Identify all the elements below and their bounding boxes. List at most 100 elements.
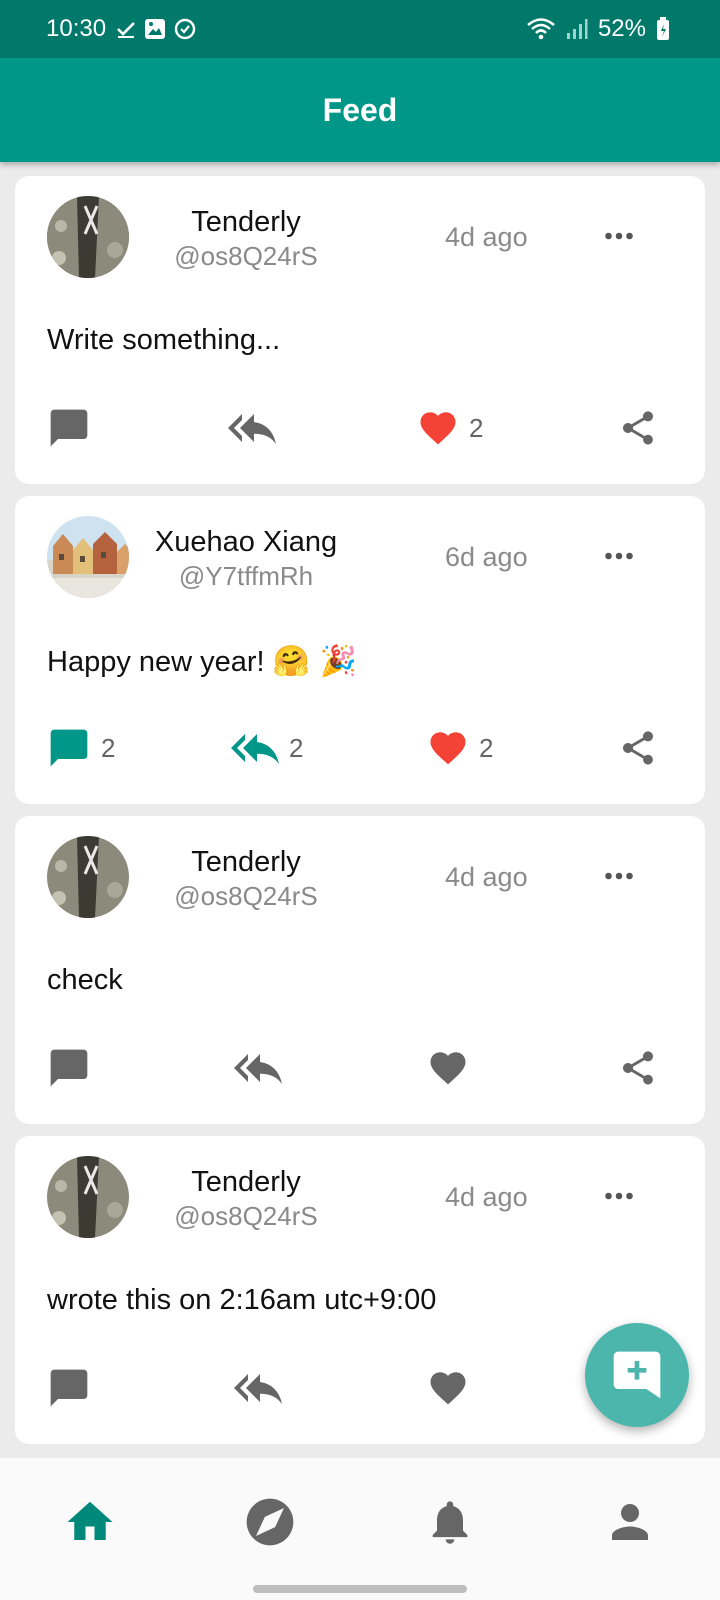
home-icon — [63, 1495, 117, 1549]
post-text: Happy new year! 🤗 🎉 — [47, 644, 357, 679]
more-horizontal-icon — [601, 1178, 637, 1214]
repost-button[interactable] — [234, 1044, 282, 1092]
like-button[interactable]: 2 — [427, 724, 493, 772]
post-time: 4d ago — [445, 222, 528, 252]
heart-icon — [427, 727, 469, 769]
check-icon — [117, 22, 135, 38]
new-post-fab[interactable] — [585, 1323, 689, 1427]
nav-home[interactable] — [58, 1492, 122, 1552]
heart-icon — [427, 1367, 469, 1409]
heart-icon — [417, 407, 459, 449]
post-text: wrote this on 2:16am utc+9:00 — [47, 1284, 436, 1317]
more-options-button[interactable] — [600, 538, 638, 574]
wifi-icon — [527, 18, 555, 40]
signal-icon — [566, 19, 588, 39]
nav-notifications[interactable] — [418, 1492, 482, 1552]
heart-icon — [427, 1047, 469, 1089]
gesture-bar[interactable] — [253, 1585, 467, 1593]
author-display-name[interactable]: Tenderly — [143, 204, 349, 240]
comment-icon — [47, 1366, 91, 1410]
repost-button[interactable]: 2 — [231, 724, 303, 772]
image-icon — [145, 19, 166, 39]
post-time: 6d ago — [445, 542, 528, 572]
comment-button[interactable] — [47, 1044, 91, 1092]
post-text-content: wrote this on 2:16am utc+9:00 — [47, 1284, 437, 1316]
author-handle[interactable]: @os8Q24rS — [143, 880, 349, 912]
more-options-button[interactable] — [600, 858, 638, 894]
share-button[interactable] — [618, 1044, 658, 1092]
battery-percent: 52% — [597, 15, 646, 42]
repost-button[interactable] — [234, 1364, 282, 1412]
more-horizontal-icon — [601, 218, 637, 254]
post-time: 4d ago — [445, 1182, 528, 1212]
nav-explore[interactable] — [238, 1492, 302, 1552]
avatar[interactable] — [47, 196, 129, 278]
repost-button[interactable] — [228, 404, 276, 452]
reply-all-icon — [234, 1044, 282, 1092]
share-button[interactable] — [618, 404, 658, 452]
app-bar: Feed — [0, 58, 720, 162]
comment-count: 2 — [101, 732, 116, 763]
status-bar: 10:30 52% — [0, 0, 720, 58]
battery-icon — [657, 17, 669, 40]
author-display-name[interactable]: Tenderly — [143, 1164, 349, 1200]
like-count: 2 — [469, 412, 484, 443]
post-card[interactable]: Xuehao Xiang @Y7tffmRh 6d ago Happy new … — [15, 496, 705, 804]
post-text-content: check — [47, 964, 123, 996]
post-text: check — [47, 964, 123, 997]
feed-list[interactable]: Tenderly @os8Q24rS 4d ago Write somethin… — [0, 162, 720, 1458]
post-actions — [15, 1044, 705, 1092]
post-time: 4d ago — [445, 862, 528, 892]
share-button[interactable] — [618, 724, 658, 772]
post-text-content: Write something... — [47, 324, 281, 356]
status-time: 10:30 — [46, 15, 107, 42]
post-emoji: 🤗 🎉 — [272, 644, 357, 679]
author-names[interactable]: Tenderly @os8Q24rS — [143, 844, 349, 912]
post-actions: 2 — [15, 404, 705, 452]
comment-button[interactable] — [47, 1364, 91, 1412]
author-display-name[interactable]: Xuehao Xiang — [143, 524, 349, 560]
post-actions: 2 2 2 — [15, 724, 705, 772]
comment-icon — [47, 726, 91, 770]
more-horizontal-icon — [601, 858, 637, 894]
avatar[interactable] — [47, 1156, 129, 1238]
bottom-navigation — [0, 1458, 720, 1600]
explore-icon — [242, 1494, 298, 1550]
share-icon — [618, 408, 658, 448]
profile-icon — [603, 1495, 657, 1549]
nav-profile[interactable] — [598, 1492, 662, 1552]
author-handle[interactable]: @os8Q24rS — [143, 240, 349, 272]
author-names[interactable]: Tenderly @os8Q24rS — [143, 1164, 349, 1232]
page-title: Feed — [322, 91, 398, 128]
comment-icon — [47, 1046, 91, 1090]
like-button[interactable]: 2 — [417, 404, 483, 452]
post-card[interactable]: Tenderly @os8Q24rS 4d ago check — [15, 816, 705, 1124]
like-button[interactable] — [427, 1044, 469, 1092]
author-names[interactable]: Tenderly @os8Q24rS — [143, 204, 349, 272]
post-text: Write something... — [47, 324, 280, 357]
like-button[interactable] — [427, 1364, 469, 1412]
reply-all-icon — [231, 724, 279, 772]
post-card[interactable]: Tenderly @os8Q24rS 4d ago Write somethin… — [15, 176, 705, 484]
reply-all-icon — [228, 404, 276, 452]
reply-all-icon — [234, 1364, 282, 1412]
avatar[interactable] — [47, 836, 129, 918]
author-names[interactable]: Xuehao Xiang @Y7tffmRh — [143, 524, 349, 592]
more-options-button[interactable] — [600, 218, 638, 254]
author-handle[interactable]: @os8Q24rS — [143, 1200, 349, 1232]
add-comment-icon — [613, 1351, 661, 1399]
author-handle[interactable]: @Y7tffmRh — [143, 560, 349, 592]
like-count: 2 — [479, 732, 494, 763]
post-text-content: Happy new year! — [47, 646, 273, 678]
more-options-button[interactable] — [600, 1178, 638, 1214]
repost-count: 2 — [289, 732, 304, 763]
circle-status-icon — [174, 18, 196, 40]
comment-button[interactable]: 2 — [47, 724, 115, 772]
share-icon — [618, 728, 658, 768]
author-display-name[interactable]: Tenderly — [143, 844, 349, 880]
avatar[interactable] — [47, 516, 129, 598]
comment-button[interactable] — [47, 404, 91, 452]
notifications-icon — [424, 1496, 476, 1548]
comment-icon — [47, 406, 91, 450]
share-icon — [618, 1048, 658, 1088]
